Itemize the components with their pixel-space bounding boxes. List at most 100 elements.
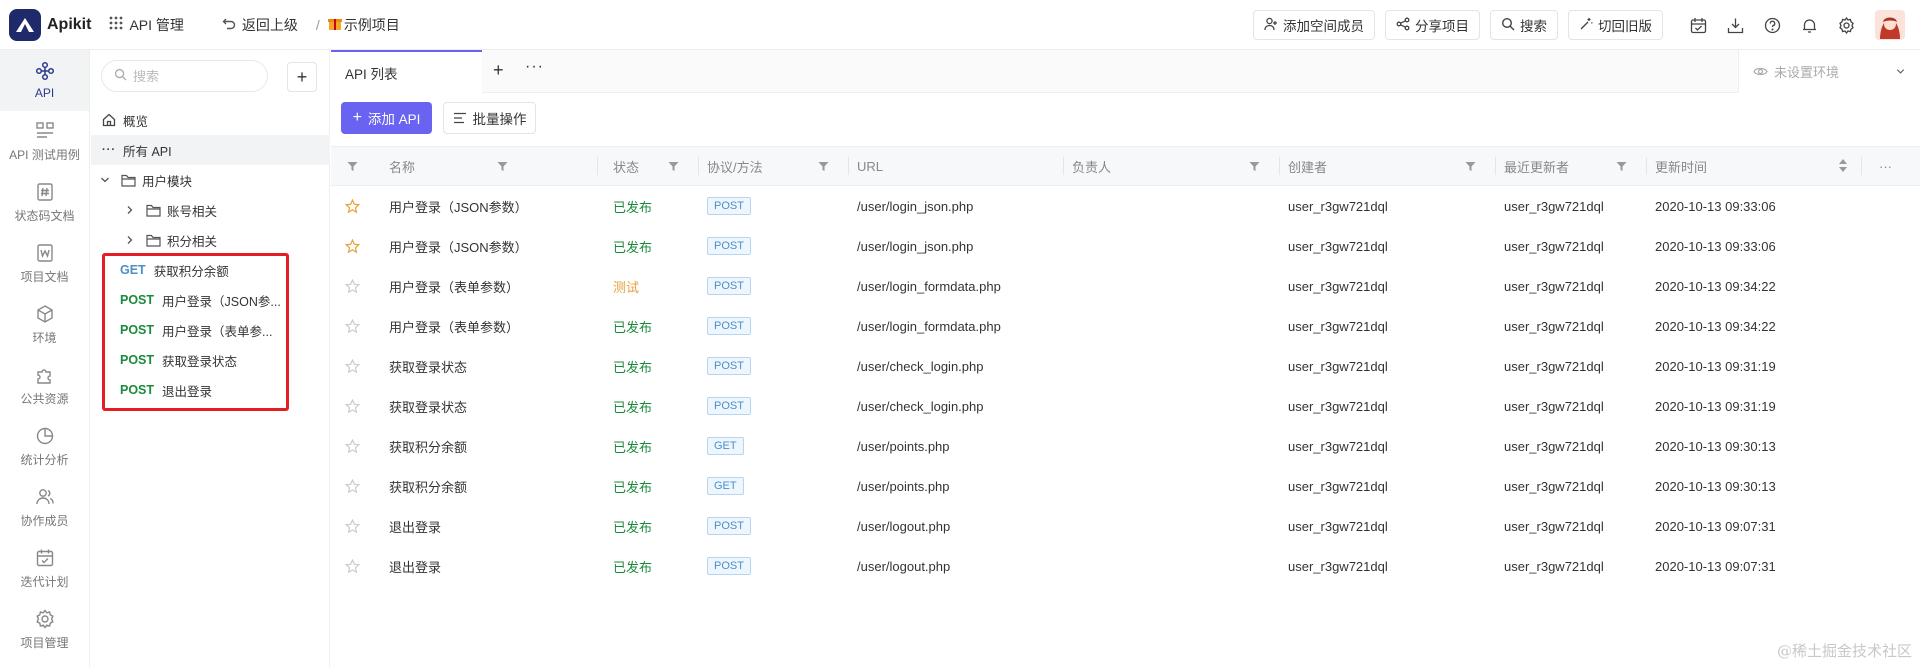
tree-api-item[interactable]: POST 获取登录状态 bbox=[91, 345, 330, 375]
star-icon[interactable] bbox=[345, 306, 360, 346]
project-breadcrumb[interactable]: 示例项目 bbox=[327, 15, 400, 35]
star-icon[interactable] bbox=[345, 346, 360, 386]
bell-icon[interactable] bbox=[1798, 14, 1820, 36]
add-member-button[interactable]: 添加空间成员 bbox=[1253, 10, 1375, 40]
tab-more-icon[interactable]: ··· bbox=[525, 58, 544, 76]
table-row[interactable]: 退出登录 已发布 POST/user/logout.php user_r3gw721d… bbox=[331, 546, 1920, 586]
user-avatar[interactable] bbox=[1875, 10, 1905, 40]
rail-item-status-code[interactable]: 状态码文档 bbox=[0, 172, 89, 233]
column-divider[interactable] bbox=[1861, 157, 1862, 175]
filter-icon[interactable] bbox=[497, 160, 508, 175]
column-divider[interactable] bbox=[597, 157, 598, 175]
column-header-updater[interactable]: 最近更新者 bbox=[1504, 147, 1569, 185]
table-row[interactable]: 用户登录（表单参数） 测试 POST/user/login_formdata.php… bbox=[331, 266, 1920, 306]
tree-api-item[interactable]: POST 用户登录（表单参... bbox=[91, 315, 330, 345]
rail-item-members[interactable]: 协作成员 bbox=[0, 477, 89, 538]
star-icon[interactable] bbox=[345, 226, 360, 266]
api-name-cell[interactable]: 获取积分余额 bbox=[389, 466, 467, 506]
column-divider[interactable] bbox=[1646, 157, 1647, 175]
batch-operation-button[interactable]: 批量操作 bbox=[443, 102, 536, 134]
method-badge: POST bbox=[707, 557, 751, 575]
tree-api-item[interactable]: POST 用户登录（JSON参... bbox=[91, 285, 330, 315]
filter-icon[interactable] bbox=[347, 160, 358, 175]
api-name-cell[interactable]: 用户登录（表单参数） bbox=[389, 266, 519, 306]
settings-icon[interactable] bbox=[1835, 14, 1857, 36]
filter-icon[interactable] bbox=[1616, 160, 1627, 175]
updater-cell: user_r3gw721dql bbox=[1504, 198, 1604, 214]
filter-icon[interactable] bbox=[818, 160, 829, 175]
tree-subgroup-points[interactable]: 积分相关 bbox=[91, 225, 330, 255]
tree-item-all-api[interactable]: ··· 所有 API bbox=[91, 135, 330, 165]
column-divider[interactable] bbox=[1063, 157, 1064, 175]
rail-item-iteration[interactable]: 迭代计划 bbox=[0, 538, 89, 599]
rail-item-environment[interactable]: 环境 bbox=[0, 294, 89, 355]
star-icon[interactable] bbox=[345, 466, 360, 506]
calendar-icon[interactable] bbox=[1687, 14, 1709, 36]
tab-api-list[interactable]: API 列表 bbox=[331, 50, 482, 93]
tree-subgroup-account[interactable]: 账号相关 bbox=[91, 195, 330, 225]
rail-item-statistics[interactable]: 统计分析 bbox=[0, 416, 89, 477]
star-icon[interactable] bbox=[345, 266, 360, 306]
table-row[interactable]: 用户登录（JSON参数） 已发布 POST/user/login_json.php u… bbox=[331, 186, 1920, 226]
filter-icon[interactable] bbox=[1465, 160, 1476, 175]
api-name-cell[interactable]: 用户登录（JSON参数） bbox=[389, 186, 528, 226]
column-header-owner[interactable]: 负责人 bbox=[1072, 147, 1111, 185]
filter-icon[interactable] bbox=[668, 160, 679, 175]
api-name-cell[interactable]: 获取登录状态 bbox=[389, 346, 467, 386]
star-icon[interactable] bbox=[345, 186, 360, 226]
table-row[interactable]: 退出登录 已发布 POST/user/logout.php user_r3gw721d… bbox=[331, 506, 1920, 546]
table-row[interactable]: 获取登录状态 已发布 POST/user/check_login.php user_r… bbox=[331, 346, 1920, 386]
search-button[interactable]: 搜索 bbox=[1490, 10, 1558, 40]
column-header-updated[interactable]: 更新时间 bbox=[1655, 147, 1707, 185]
column-divider[interactable] bbox=[1495, 157, 1496, 175]
star-icon[interactable] bbox=[345, 426, 360, 466]
column-header-protocol[interactable]: 协议/方法 bbox=[707, 147, 763, 185]
column-header-more[interactable]: ··· bbox=[1879, 147, 1892, 185]
table-row[interactable]: 用户登录（表单参数） 已发布 POST/user/login_formdata.ph… bbox=[331, 306, 1920, 346]
api-name-cell[interactable]: 用户登录（表单参数） bbox=[389, 306, 519, 346]
column-divider[interactable] bbox=[848, 157, 849, 175]
tree-search-input[interactable] bbox=[133, 68, 243, 84]
column-header-status[interactable]: 状态 bbox=[613, 147, 639, 185]
table-row[interactable]: 获取积分余额 已发布 GET/user/points.php user_r3gw721… bbox=[331, 426, 1920, 466]
column-header-url[interactable]: URL bbox=[857, 147, 883, 185]
column-divider[interactable] bbox=[1279, 157, 1280, 175]
rail-item-project-manage[interactable]: 项目管理 bbox=[0, 599, 89, 660]
column-header-creator[interactable]: 创建者 bbox=[1288, 147, 1327, 185]
api-name-cell[interactable]: 退出登录 bbox=[389, 506, 441, 546]
share-button[interactable]: 分享项目 bbox=[1385, 10, 1480, 40]
sort-icon[interactable] bbox=[1839, 159, 1847, 175]
star-icon[interactable] bbox=[345, 546, 360, 586]
column-header-name[interactable]: 名称 bbox=[389, 147, 415, 185]
tree-api-item[interactable]: POST 退出登录 bbox=[91, 375, 330, 405]
app-logo[interactable]: Apikit bbox=[9, 8, 91, 41]
switch-old-button[interactable]: 切回旧版 bbox=[1568, 10, 1663, 40]
table-row[interactable]: 获取积分余额 已发布 GET/user/points.php user_r3gw721… bbox=[331, 466, 1920, 506]
add-api-button[interactable]: + 添加 API bbox=[341, 102, 432, 134]
api-name-cell[interactable]: 获取积分余额 bbox=[389, 426, 467, 466]
rail-item-project-doc[interactable]: 项目文档 bbox=[0, 233, 89, 294]
environment-icon bbox=[36, 304, 53, 323]
download-icon[interactable] bbox=[1724, 14, 1746, 36]
star-icon[interactable] bbox=[345, 386, 360, 426]
filter-icon[interactable] bbox=[1249, 160, 1260, 175]
api-name-cell[interactable]: 获取登录状态 bbox=[389, 386, 467, 426]
back-button[interactable]: 返回上级 bbox=[222, 15, 298, 35]
tree-group-user-module[interactable]: 用户模块 bbox=[91, 165, 330, 195]
environment-selector[interactable]: 未设置环境 bbox=[1738, 50, 1920, 93]
new-tab-plus-icon[interactable]: + bbox=[493, 60, 504, 81]
table-row[interactable]: 用户登录（JSON参数） 已发布 POST/user/login_json.php u… bbox=[331, 226, 1920, 266]
api-manage-menu[interactable]: API 管理 bbox=[109, 15, 184, 35]
rail-item-api[interactable]: API bbox=[0, 50, 89, 111]
tree-api-item[interactable]: GET 获取积分余额 bbox=[91, 255, 330, 285]
tree-add-button[interactable]: + bbox=[287, 62, 317, 92]
api-name-cell[interactable]: 用户登录（JSON参数） bbox=[389, 226, 528, 266]
rail-item-test-case[interactable]: API 测试用例 bbox=[0, 111, 89, 172]
rail-item-public-resource[interactable]: 公共资源 bbox=[0, 355, 89, 416]
tree-item-overview[interactable]: 概览 bbox=[91, 105, 330, 135]
help-icon[interactable] bbox=[1761, 14, 1783, 36]
column-divider[interactable] bbox=[698, 157, 699, 175]
api-name-cell[interactable]: 退出登录 bbox=[389, 546, 441, 586]
table-row[interactable]: 获取登录状态 已发布 POST/user/check_login.php user_r… bbox=[331, 386, 1920, 426]
star-icon[interactable] bbox=[345, 506, 360, 546]
